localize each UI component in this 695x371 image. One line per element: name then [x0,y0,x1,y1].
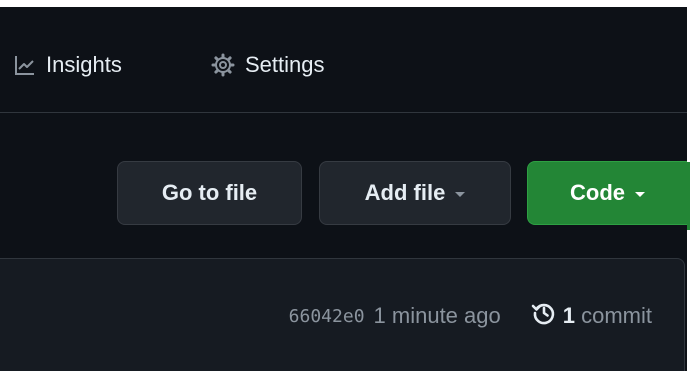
screen-right-edge [687,7,695,371]
tab-settings-label: Settings [245,52,325,77]
code-button-edge [687,162,690,230]
tab-settings[interactable]: Settings [211,47,325,83]
commit-count-word: commit [581,303,652,328]
add-file-button[interactable]: Add file [319,161,511,225]
add-file-label: Add file [364,180,446,205]
repository-page: Insights Settings Go to file Add file Co… [0,7,687,371]
chevron-down-icon [455,191,466,197]
go-to-file-button[interactable]: Go to file [117,161,302,225]
history-icon [531,300,557,332]
go-to-file-label: Go to file [161,180,258,205]
gear-icon [211,53,235,77]
screen-top-edge [0,0,695,7]
commit-count: 1 [562,303,575,328]
repo-nav-bar: Insights Settings [0,7,687,113]
commit-time: 1 minute ago [373,303,501,328]
chevron-down-icon [635,191,645,197]
graph-icon [14,54,36,76]
code-button[interactable]: Code [527,161,687,225]
code-label: Code [570,180,625,205]
latest-commit-info: 66042e0 1 minute ago 1 commit [289,298,652,334]
commit-sha-link[interactable]: 66042e0 [289,306,365,327]
tab-insights-label: Insights [46,52,122,77]
tab-insights[interactable]: Insights [14,47,122,83]
commit-history-link[interactable]: 1 commit [531,300,652,332]
